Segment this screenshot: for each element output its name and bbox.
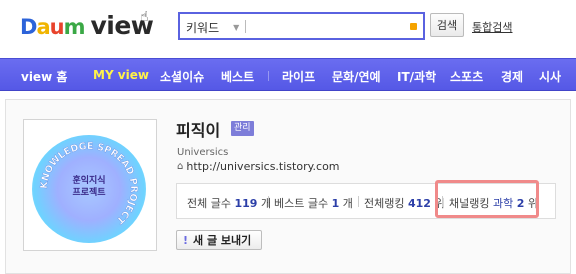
search-input[interactable] xyxy=(250,17,400,36)
stat-best-posts: 베스트 글수 1 개 xyxy=(274,197,353,210)
stat-total-posts: 전체 글수 119 개 xyxy=(187,197,272,210)
exclamation-icon: ! xyxy=(183,233,189,247)
profile-image-line2: 프로젝트 xyxy=(72,188,106,198)
search-divider xyxy=(245,20,246,33)
nav-item-current-affairs[interactable]: 시사 xyxy=(539,68,561,85)
blog-url[interactable]: ⌂ http://universics.tistory.com xyxy=(177,160,340,173)
nav-item-culture[interactable]: 문화/연예 xyxy=(332,68,381,85)
daum-view-logo[interactable]: Daum view ☝ xyxy=(20,9,154,41)
highlight-annotation xyxy=(435,180,539,218)
search-type-label: 키워드 xyxy=(186,20,220,35)
daum-logo-text: Daum xyxy=(20,15,85,39)
pointer-hand-icon: ☝ xyxy=(140,9,149,25)
stat-separator xyxy=(358,196,359,207)
nav-item-life[interactable]: 라이프 xyxy=(282,68,315,85)
nav-item-sports[interactable]: 스포츠 xyxy=(450,68,483,85)
nav-separator xyxy=(268,71,269,81)
blog-subtitle: Universics xyxy=(177,147,229,158)
send-new-post-button[interactable]: ! 새 글 보내기 xyxy=(176,230,262,250)
search-button[interactable]: 검색 xyxy=(430,13,464,37)
header: Daum view ☝ 키워드 ▼ 검색 통합검색 xyxy=(0,0,576,58)
search-type-select[interactable]: 키워드 ▼ xyxy=(186,18,239,36)
stat-separator xyxy=(268,196,269,207)
blog-url-text: http://universics.tistory.com xyxy=(186,160,340,173)
search-indicator-icon xyxy=(410,23,417,30)
send-new-post-label: 새 글 보내기 xyxy=(193,234,252,247)
nav-item-best[interactable]: 베스트 xyxy=(221,68,254,85)
chevron-down-icon: ▼ xyxy=(233,22,240,32)
nav-item-view-home[interactable]: view 홈 xyxy=(21,68,67,85)
profile-image[interactable]: KNOWLEDGE SPREAD PROJECT 훈익지식 프로젝트 xyxy=(32,135,146,243)
blog-name[interactable]: 피직이 xyxy=(176,117,220,141)
nav-item-social-issue[interactable]: 소셜이슈 xyxy=(160,68,204,85)
search-box: 키워드 ▼ xyxy=(178,12,425,40)
admin-badge[interactable]: 관리 xyxy=(231,121,254,136)
nav-item-economy[interactable]: 경제 xyxy=(501,68,523,85)
stat-total-rank: 전체랭킹 412 위 xyxy=(364,197,445,210)
nav-item-it-science[interactable]: IT/과학 xyxy=(397,68,436,85)
integrated-search-link[interactable]: 통합검색 xyxy=(472,19,512,35)
home-icon: ⌂ xyxy=(177,161,184,172)
main-nav: view 홈 MY view 소셜이슈 베스트 라이프 문화/연예 IT/과학 … xyxy=(0,58,576,91)
nav-item-my-view[interactable]: MY view xyxy=(93,68,149,82)
